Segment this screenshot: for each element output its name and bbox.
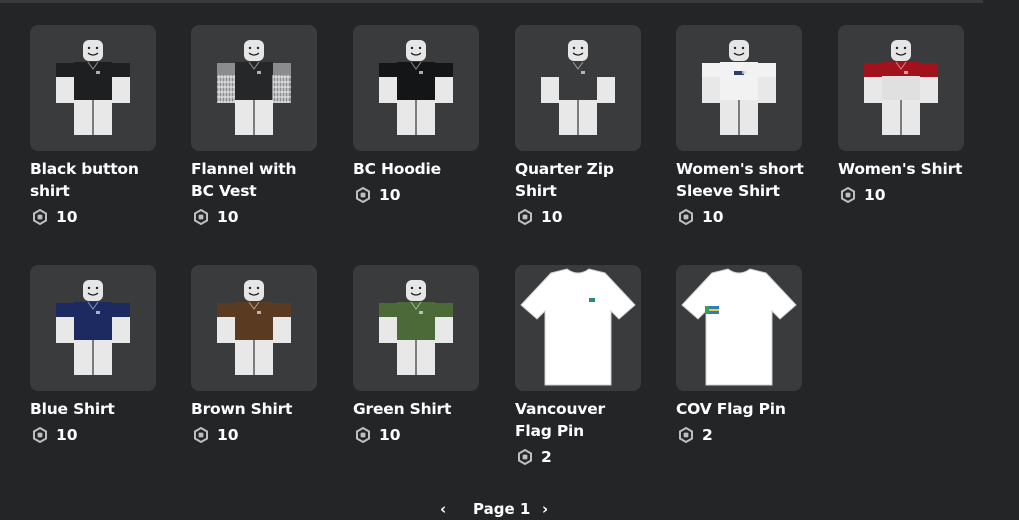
item-thumbnail[interactable] [353, 25, 479, 151]
catalog-item-card[interactable]: Green Shirt 10 [353, 265, 483, 446]
robux-icon [678, 208, 694, 226]
item-thumbnail[interactable] [30, 265, 156, 391]
item-price-row: 10 [676, 206, 806, 228]
item-thumbnail[interactable] [30, 25, 156, 151]
tshirt-image [520, 268, 636, 386]
catalog-item-card[interactable]: Quarter Zip Shirt 10 [515, 25, 645, 228]
avatar-image [379, 40, 453, 135]
next-page-button[interactable]: › [542, 500, 548, 518]
item-thumbnail[interactable] [676, 265, 802, 391]
catalog-item-card[interactable]: Flannel with BC Vest 10 [191, 25, 321, 228]
item-price: 10 [379, 426, 401, 444]
pagination: ‹ Page 1 › [440, 500, 560, 520]
item-price-row: 10 [515, 206, 645, 228]
item-thumbnail[interactable] [838, 25, 964, 151]
avatar-image [864, 40, 938, 135]
catalog-item-card[interactable]: Women's Shirt 10 [838, 25, 968, 206]
item-price-row: 2 [515, 446, 645, 468]
robux-icon [193, 208, 209, 226]
item-price: 10 [217, 426, 239, 444]
item-price-row: 10 [30, 206, 160, 228]
item-price: 10 [56, 208, 78, 226]
avatar-image [541, 40, 615, 135]
item-price: 10 [56, 426, 78, 444]
robux-icon [517, 208, 533, 226]
avatar-image [56, 280, 130, 375]
item-price-row: 2 [676, 424, 806, 446]
robux-icon [32, 208, 48, 226]
item-thumbnail[interactable] [515, 265, 641, 391]
item-price: 2 [541, 448, 552, 466]
robux-icon [517, 448, 533, 466]
item-thumbnail[interactable] [515, 25, 641, 151]
item-thumbnail[interactable] [191, 265, 317, 391]
robux-icon [678, 426, 694, 444]
item-price-row: 10 [191, 206, 321, 228]
robux-icon [840, 186, 856, 204]
item-price: 10 [217, 208, 239, 226]
catalog-item-card[interactable]: COV Flag Pin 2 [676, 265, 806, 446]
robux-icon [355, 186, 371, 204]
avatar-image [379, 280, 453, 375]
item-name-link[interactable]: Black button shirt [30, 158, 160, 202]
catalog-item-card[interactable]: Blue Shirt 10 [30, 265, 160, 446]
robux-icon [193, 426, 209, 444]
item-price: 10 [379, 186, 401, 204]
item-name-link[interactable]: Vancouver Flag Pin [515, 398, 645, 442]
avatar-image [217, 40, 291, 135]
item-price: 2 [702, 426, 713, 444]
catalog-item-card[interactable]: Brown Shirt 10 [191, 265, 321, 446]
avatar-image [217, 280, 291, 375]
item-price-row: 10 [838, 184, 968, 206]
item-name-link[interactable]: Quarter Zip Shirt [515, 158, 645, 202]
avatar-image [56, 40, 130, 135]
item-price-row: 10 [353, 424, 483, 446]
item-name-link[interactable]: Women's Shirt [838, 158, 968, 180]
item-name-link[interactable]: BC Hoodie [353, 158, 483, 180]
item-price: 10 [541, 208, 563, 226]
catalog-item-card[interactable]: Black button shirt 10 [30, 25, 160, 228]
item-name-link[interactable]: Green Shirt [353, 398, 483, 420]
top-divider [0, 0, 983, 3]
page-label: Page 1 [473, 500, 531, 518]
item-thumbnail[interactable] [353, 265, 479, 391]
item-name-link[interactable]: COV Flag Pin [676, 398, 806, 420]
item-thumbnail[interactable] [191, 25, 317, 151]
item-thumbnail[interactable] [676, 25, 802, 151]
catalog-item-card[interactable]: Vancouver Flag Pin 2 [515, 265, 645, 468]
item-price-row: 10 [30, 424, 160, 446]
item-name-link[interactable]: Flannel with BC Vest [191, 158, 321, 202]
robux-icon [355, 426, 371, 444]
tshirt-image [681, 268, 797, 386]
robux-icon [32, 426, 48, 444]
item-price: 10 [702, 208, 724, 226]
item-price: 10 [864, 186, 886, 204]
prev-page-button[interactable]: ‹ [440, 500, 446, 518]
item-price-row: 10 [353, 184, 483, 206]
avatar-image [702, 40, 776, 135]
catalog-item-card[interactable]: Women's short Sleeve Shirt 10 [676, 25, 806, 228]
item-name-link[interactable]: Blue Shirt [30, 398, 160, 420]
item-price-row: 10 [191, 424, 321, 446]
catalog-item-card[interactable]: BC Hoodie 10 [353, 25, 483, 206]
item-name-link[interactable]: Women's short Sleeve Shirt [676, 158, 806, 202]
item-name-link[interactable]: Brown Shirt [191, 398, 321, 420]
